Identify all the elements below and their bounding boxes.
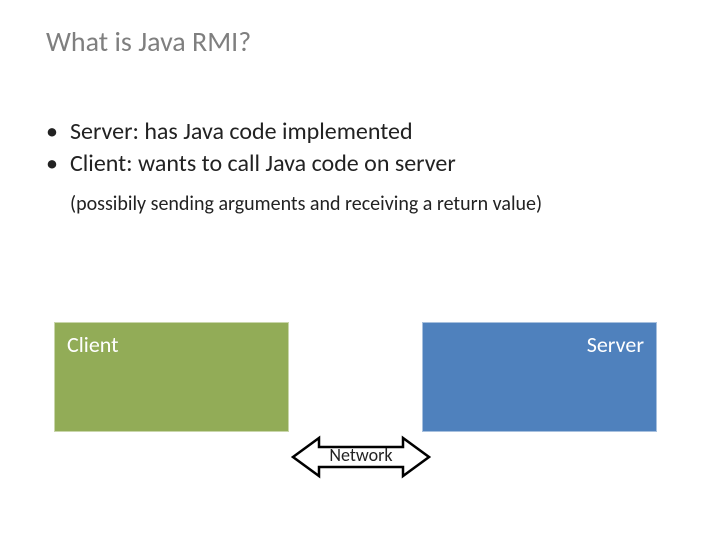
slide-title: What is Java RMI? — [46, 24, 251, 59]
bullet-item: • Server: has Java code implemented — [46, 116, 456, 148]
bullet-item: • Client: wants to call Java code on ser… — [46, 148, 456, 180]
bullet-text: Client: wants to call Java code on serve… — [70, 148, 456, 180]
server-box: Server — [422, 322, 657, 432]
server-box-label: Server — [587, 331, 644, 358]
bullet-list: • Server: has Java code implemented • Cl… — [46, 116, 456, 181]
network-label: Network — [291, 444, 431, 466]
bullet-dot-icon: • — [46, 148, 70, 180]
client-box-label: Client — [67, 331, 119, 358]
network-arrow-group: Network — [291, 432, 431, 487]
bullet-subnote: (possibily sending arguments and receivi… — [70, 192, 542, 216]
bullet-dot-icon: • — [46, 116, 70, 148]
bullet-text: Server: has Java code implemented — [70, 116, 413, 148]
client-box: Client — [54, 322, 289, 432]
